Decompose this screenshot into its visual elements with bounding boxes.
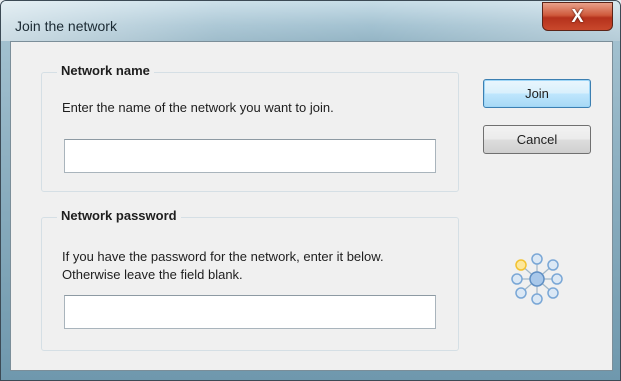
network-name-group: Network name Enter the name of the netwo…	[41, 63, 459, 192]
dialog-body: Network name Enter the name of the netwo…	[10, 41, 613, 371]
join-network-dialog: Join the network X Network name Enter th…	[0, 0, 621, 381]
window-title: Join the network	[15, 18, 117, 34]
join-button[interactable]: Join	[483, 79, 591, 108]
network-password-instruction: If you have the password for the network…	[62, 249, 384, 282]
network-name-legend: Network name	[57, 63, 154, 78]
network-password-input[interactable]	[64, 295, 436, 329]
network-password-legend: Network password	[57, 208, 181, 223]
close-icon: X	[571, 6, 584, 26]
network-password-group: Network password If you have the passwor…	[41, 208, 459, 351]
network-peers-icon	[511, 253, 563, 305]
network-name-input[interactable]	[64, 139, 436, 173]
close-button[interactable]: X	[542, 2, 613, 31]
join-button-label: Join	[525, 86, 549, 101]
title-bar[interactable]: Join the network X	[1, 1, 620, 41]
network-name-instruction: Enter the name of the network you want t…	[62, 100, 334, 115]
cancel-button-label: Cancel	[516, 132, 558, 147]
cancel-button[interactable]: Cancel	[483, 125, 591, 154]
